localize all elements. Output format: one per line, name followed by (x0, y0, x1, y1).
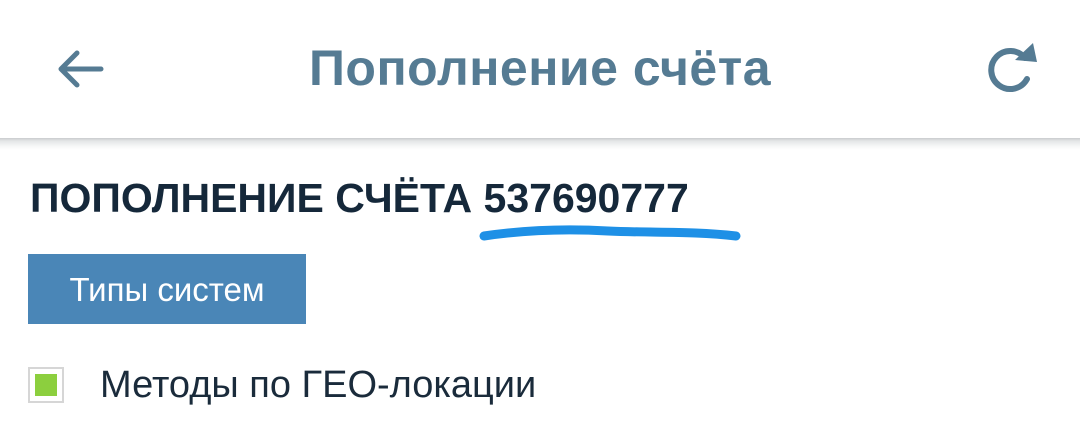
geo-methods-checkbox[interactable] (28, 367, 64, 403)
geo-methods-label: Методы по ГЕО-локации (100, 364, 537, 406)
page-title: Пополнение счёта (308, 40, 772, 96)
account-heading: ПОПОЛНЕНИЕ СЧЁТА 537690777 (30, 172, 689, 224)
refresh-icon (988, 43, 1037, 92)
top-app-bar: Пополнение счёта (0, 0, 1080, 138)
header-shadow-divider (0, 138, 1080, 150)
refresh-button[interactable] (978, 38, 1044, 100)
checkbox-checked-indicator (35, 374, 57, 396)
geo-methods-option[interactable]: Методы по ГЕО-локации (28, 357, 536, 413)
account-heading-prefix: ПОПОЛНЕНИЕ СЧЁТА (30, 175, 473, 221)
deposit-screen: Пополнение счёта ПОПОЛНЕНИЕ СЧЁТА 537690… (0, 0, 1080, 432)
highlight-underline-stroke (479, 225, 741, 241)
account-number: 537690777 (483, 175, 689, 221)
payment-system-types-button[interactable]: Типы систем (28, 254, 306, 324)
